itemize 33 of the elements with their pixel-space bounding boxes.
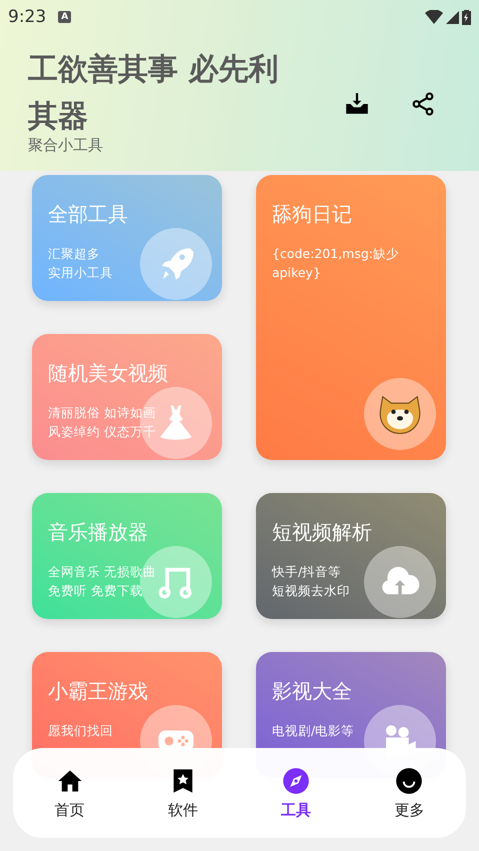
card-description: 短视频去水印 xyxy=(272,582,351,600)
signal-icon xyxy=(446,10,459,24)
card-description: 实用小工具 xyxy=(48,264,114,282)
tool-card[interactable]: 短视频解析 快手/抖音等 短视频去水印 xyxy=(256,493,446,619)
card-title: 音乐播放器 xyxy=(48,519,149,546)
card-description: 风姿绰约 仪态万千 xyxy=(48,423,157,441)
card-title: 影视大全 xyxy=(272,678,353,705)
battery-icon xyxy=(462,9,471,25)
card-description: 电视剧/电影等 xyxy=(272,722,356,740)
page-subtitle: 聚合小工具 xyxy=(28,136,104,155)
card-title: 随机美女视频 xyxy=(48,360,169,387)
smiley-icon xyxy=(395,766,424,794)
tool-card[interactable]: 舔狗日记 {code:201,msg:缺少apikey} xyxy=(256,175,446,460)
card-description: 免费听 免费下载 xyxy=(48,582,144,600)
download-button[interactable] xyxy=(344,91,370,117)
tool-card[interactable]: 随机美女视频 清丽脱俗 如诗如画 风姿绰约 仪态万千 xyxy=(32,334,222,460)
card-title: 短视频解析 xyxy=(272,519,373,546)
notification-badge: A xyxy=(58,11,72,23)
share-button[interactable] xyxy=(410,91,436,117)
wifi-icon xyxy=(425,10,443,24)
tool-card[interactable]: 全部工具 汇聚超多 实用小工具 xyxy=(32,175,222,301)
status-time: 9:23 xyxy=(8,7,46,27)
card-description: 愿我们找回 xyxy=(48,722,114,740)
card-title: 小霸王游戏 xyxy=(48,678,149,705)
card-description: 全网音乐 无损歌曲 xyxy=(48,563,157,581)
card-description: {code:201,msg:缺少apikey} xyxy=(272,245,400,282)
card-title: 全部工具 xyxy=(48,201,129,228)
page-title: 工欲善其事 必先利其器 xyxy=(28,51,280,136)
card-description: 快手/抖音等 xyxy=(272,563,342,581)
card-description: 清丽脱俗 如诗如画 xyxy=(48,404,157,422)
card-description: 汇聚超多 xyxy=(48,245,101,263)
compass-icon xyxy=(282,766,310,794)
card-title: 舔狗日记 xyxy=(272,201,353,228)
